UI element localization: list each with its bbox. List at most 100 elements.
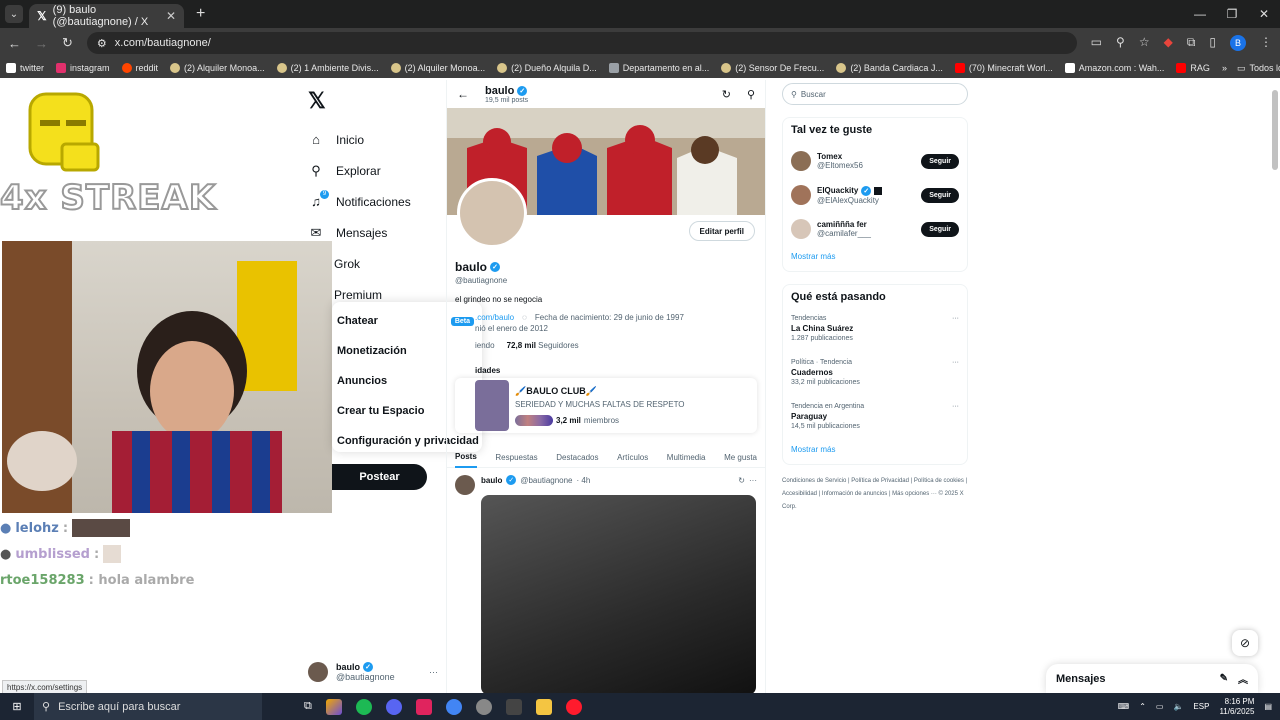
tweet-author[interactable]: baulo [481,476,502,485]
nav-item-explorar[interactable]: ⚲ Explorar [308,155,438,186]
bookmarks-overflow-icon[interactable]: » [1222,63,1227,73]
copilot-icon[interactable] [325,698,342,715]
notifications-icon[interactable]: ▤ [1264,702,1272,711]
bookmark-item[interactable]: (2) Dueño Alquila D... [497,63,597,73]
back-icon[interactable]: ← [8,36,21,51]
nav-item-mensajes[interactable]: ✉ Mensajes [308,217,438,248]
nav-item-notificaciones[interactable]: ♫ 9 Notificaciones [308,186,438,217]
suggested-user[interactable]: Tomex @Eltomex56 Seguir [791,144,959,178]
opera-icon[interactable] [565,698,582,715]
close-tab-icon[interactable]: ✕ [166,9,176,23]
tweet-media[interactable] [481,495,756,693]
follow-button[interactable]: Seguir [921,221,959,237]
bookmark-item[interactable]: Amazon.com : Wah... [1064,63,1164,73]
extension-icon[interactable]: ◆ [1164,35,1173,51]
bookmark-item[interactable]: (2) 1 Ambiente Divis... [276,63,379,73]
account-more-icon[interactable]: ··· [429,667,438,677]
voicemeeter-icon[interactable] [415,698,432,715]
bookmark-item[interactable]: (2) Sensor De Frecu... [721,63,824,73]
cast-icon[interactable]: ▭ [1091,35,1102,51]
bookmark-star-icon[interactable]: ☆ [1139,35,1150,51]
minimize-icon[interactable]: — [1184,0,1216,28]
profile-avatar-large[interactable] [457,178,527,248]
bookmark-item[interactable]: (2) Alquiler Monoa... [390,63,485,73]
tweet[interactable]: baulo ✓ @bautiagnone · 4h ↻ ··· [455,475,765,693]
tab-posts[interactable]: Posts [455,446,477,468]
trend-more-icon[interactable]: ··· [952,403,959,410]
trend-more-icon[interactable]: ··· [952,315,959,322]
nav-item-inicio[interactable]: ⌂ Inicio [308,124,438,155]
grok-button-icon[interactable]: ⊘ [1232,630,1258,656]
trends-show-more-link[interactable]: Mostrar más [791,445,959,458]
keyboard-icon[interactable]: ⌨ [1118,702,1130,711]
tab-multimedia[interactable]: Multimedia [667,446,706,468]
x-logo-icon[interactable]: 𝕏 [308,88,438,114]
spotify-icon[interactable] [355,698,372,715]
edit-profile-button[interactable]: Editar perfil [688,221,755,241]
expand-icon[interactable]: ︽ [1238,671,1248,686]
bookmark-item[interactable]: instagram [56,63,110,73]
site-info-icon[interactable]: ⚙ [97,37,107,50]
browser-tab[interactable]: 𝕏 (9) baulo (@bautiagnone) / X ✕ [29,4,184,28]
taskbar-search-input[interactable]: ⚲ Escribe aquí para buscar [34,693,262,720]
reload-icon[interactable]: ↻ [62,35,73,51]
windows-start-icon[interactable]: ⊞ [0,700,34,713]
tweet-more-icon[interactable]: ··· [749,476,757,485]
tab-search-icon[interactable]: ⌄ [5,5,23,23]
bookmark-item[interactable]: (2) Alquiler Monoa... [170,63,265,73]
bookmark-item[interactable]: twitter [6,63,44,73]
menu-kebab-icon[interactable]: ⋮ [1260,35,1272,51]
nav-item-grok[interactable]: Grok [296,248,438,279]
tab-me-gusta[interactable]: Me gusta [724,446,757,468]
language-indicator[interactable]: ESP [1193,702,1209,711]
trend-item[interactable]: Tendencia en Argentina Paraguay 14,5 mil p… [791,399,959,443]
obs-icon[interactable] [475,698,492,715]
footer-links[interactable]: Condiciones de Servicio | Política de Pr… [782,475,968,514]
new-message-icon[interactable]: ✎ [1220,673,1228,684]
followers-link[interactable]: 72,8 mil Seguidores [507,341,579,350]
page-scrollbar[interactable] [1272,90,1278,170]
trend-item[interactable]: Política · Tendencia Cuadernos 33,2 mil pu… [791,355,959,399]
all-bookmarks[interactable]: ▭Todos los marcadores [1237,63,1280,74]
trend-more-icon[interactable]: ··· [952,359,959,366]
account-switcher[interactable]: baulo ✓ @bautiagnone ··· [308,657,438,687]
bookmark-item[interactable]: Departamento en al... [608,63,709,73]
grok-analyze-icon[interactable]: ↻ [722,88,731,101]
messages-drawer[interactable]: Mensajes ✎ ︽ [1046,664,1258,693]
tweet-avatar[interactable] [455,475,475,495]
suggested-user[interactable]: camiññña fer @camilafer___ Seguir [791,212,959,246]
discord-icon[interactable] [385,698,402,715]
task-view-icon[interactable]: ⧉ [304,700,312,713]
follow-button[interactable]: Seguir [921,187,959,203]
bookmark-item[interactable]: (2) Banda Cardiaca J... [836,63,943,73]
volume-icon[interactable]: 🔈 [1173,702,1183,711]
post-button[interactable]: Postear [332,464,427,490]
community-card[interactable]: 🖌️BAULO CLUB🖌️ SERIEDAD Y MUCHAS FALTAS … [455,378,757,433]
app-icon[interactable] [505,698,522,715]
zoom-icon[interactable]: ⚲ [1116,35,1125,51]
forward-icon[interactable]: → [35,36,48,51]
trend-item[interactable]: Tendencias La China Suárez 1.287 publicaci… [791,311,959,355]
back-arrow-icon[interactable]: ← [457,87,469,101]
search-profile-icon[interactable]: ⚲ [747,88,755,101]
chrome-icon[interactable] [445,698,462,715]
restore-icon[interactable]: ❐ [1216,0,1248,28]
search-input[interactable]: ⚲ Buscar [782,83,968,105]
grok-icon[interactable]: ↻ [738,476,745,485]
close-window-icon[interactable]: ✕ [1248,0,1280,28]
bookmark-item[interactable]: RAG [1176,63,1210,73]
new-tab-icon[interactable]: + [196,5,205,23]
network-icon[interactable]: ▭ [1156,702,1164,711]
profile-avatar[interactable]: B [1230,35,1246,51]
clock[interactable]: 8:16 PM 11/6/2025 [1219,697,1254,717]
follow-button[interactable]: Seguir [921,153,959,169]
address-bar[interactable]: ⚙ x.com/bautiagnone/ [86,32,1077,54]
bookmark-item[interactable]: (70) Minecraft Worl... [954,63,1053,73]
extensions-puzzle-icon[interactable]: ⧉ [1187,35,1196,51]
bookmark-item[interactable]: reddit [121,63,158,73]
tray-overflow-icon[interactable]: ⌃ [1139,702,1146,711]
show-more-link[interactable]: Mostrar más [791,252,959,265]
tab-respuestas[interactable]: Respuestas [495,446,537,468]
tab-articulos[interactable]: Artículos [617,446,648,468]
tab-destacados[interactable]: Destacados [556,446,598,468]
